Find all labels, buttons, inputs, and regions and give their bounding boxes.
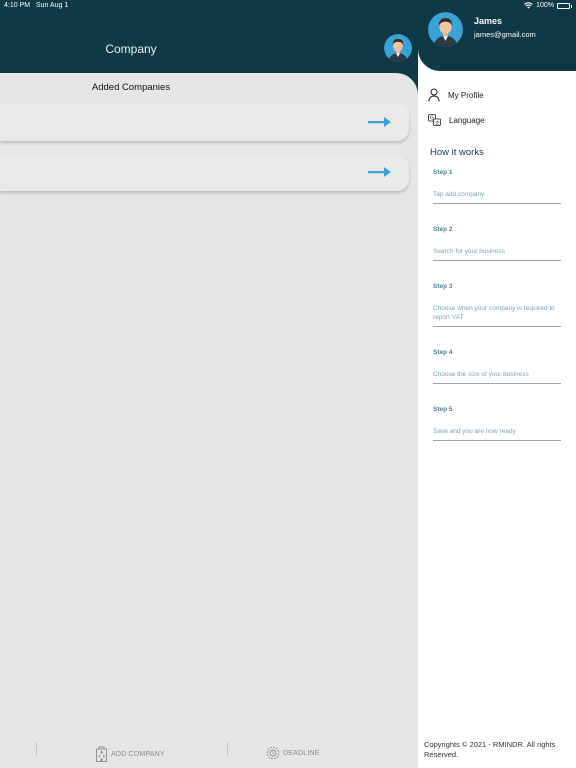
step-label: Step 4 — [433, 349, 453, 356]
user-name: James — [474, 16, 503, 26]
step-text: Choose when your company is required to … — [433, 305, 555, 321]
step-item: Step 4 Choose the size of your business — [433, 349, 561, 384]
person-icon — [428, 88, 440, 102]
battery-percent: 100% — [536, 2, 554, 9]
tab-bar: ADD COMPANY DEADLINE — [0, 740, 418, 768]
step-text: Search for your business — [433, 248, 505, 255]
avatar[interactable] — [384, 34, 412, 62]
status-time: 4:10 PM Sun Aug 1 — [4, 2, 69, 9]
tab-divider — [227, 742, 228, 756]
step-label: Step 5 — [433, 406, 453, 413]
company-row[interactable] — [0, 104, 409, 141]
user-email: james@gmail.com — [474, 30, 536, 39]
tab-deadline-label: DEADLINE — [283, 749, 320, 757]
menu-item-my-profile[interactable]: My Profile — [428, 88, 484, 102]
section-title: Added Companies — [91, 82, 171, 93]
company-row[interactable] — [0, 154, 409, 191]
step-item: Step 5 Save and you are now ready — [433, 406, 561, 441]
how-it-works-title: How it works — [430, 147, 484, 158]
battery-icon — [557, 2, 572, 9]
building-icon — [96, 746, 107, 762]
menu-item-language[interactable]: G 文 Language — [428, 114, 485, 126]
step-item: Step 3 Choose when your company is requi… — [433, 283, 561, 327]
tab-divider — [36, 742, 37, 756]
tab-add-company[interactable]: ADD COMPANY — [95, 746, 165, 762]
menu-item-label: My Profile — [448, 90, 484, 100]
step-text: Save and you are now ready — [433, 428, 516, 435]
tab-add-company-label: ADD COMPANY — [111, 750, 165, 758]
status-bar: 4:10 PM Sun Aug 1 100% — [0, 0, 576, 12]
arrow-right-icon — [368, 167, 391, 177]
step-label: Step 2 — [433, 226, 453, 233]
step-item: Step 1 Tap add company — [433, 169, 561, 204]
avatar-icon — [428, 12, 463, 47]
svg-text:G: G — [430, 116, 434, 122]
copyright-text: Copyrights © 2021 - RMINDR. All rights R… — [424, 740, 556, 759]
arrow-right-icon — [368, 117, 391, 127]
step-item: Step 2 Search for your business — [433, 226, 561, 261]
step-label: Step 1 — [433, 169, 453, 176]
side-drawer: James james@gmail.com My Profile G 文 Lan… — [418, 0, 576, 768]
deadline-icon — [266, 746, 280, 760]
main-content: Added Companies — [0, 73, 418, 740]
menu-item-label: Language — [449, 115, 485, 125]
translate-icon: G 文 — [428, 114, 441, 126]
tab-deadline[interactable]: DEADLINE — [266, 746, 320, 760]
drawer-avatar[interactable] — [428, 12, 463, 47]
step-text: Tap add company — [433, 191, 485, 198]
avatar-icon — [384, 34, 412, 62]
status-right: 100% — [524, 2, 572, 9]
step-label: Step 3 — [433, 283, 453, 290]
page-title: Company — [105, 42, 157, 56]
step-text: Choose the size of your business — [433, 371, 529, 378]
wifi-icon — [524, 2, 533, 9]
